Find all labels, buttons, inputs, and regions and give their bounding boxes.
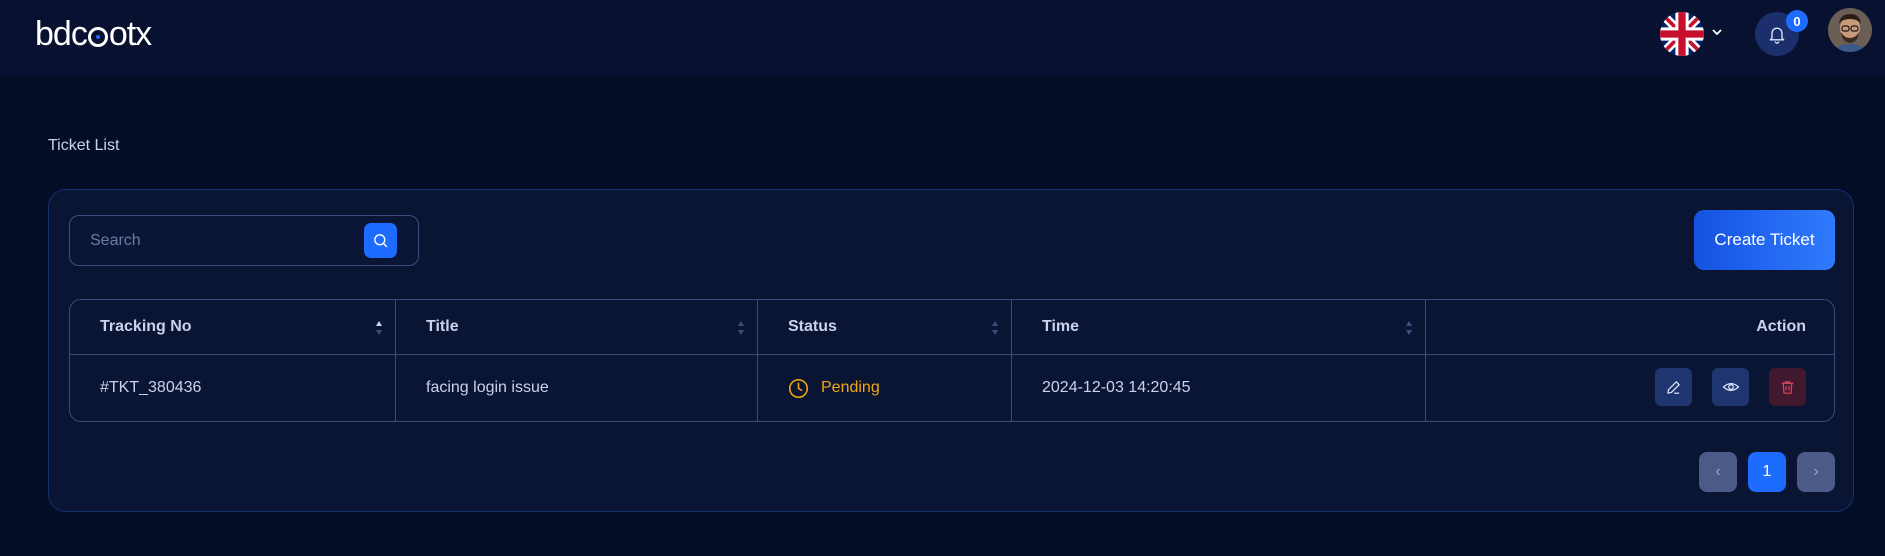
- column-label: Time: [1042, 318, 1080, 335]
- create-ticket-button[interactable]: Create Ticket: [1694, 210, 1835, 270]
- logo-text-bdc: bdc: [35, 14, 88, 53]
- column-header-time[interactable]: Time: [1012, 300, 1426, 354]
- user-avatar[interactable]: [1828, 8, 1872, 52]
- search-icon: [374, 234, 388, 248]
- column-label: Title: [426, 318, 459, 335]
- prev-page-button[interactable]: ‹: [1699, 452, 1737, 492]
- logo-text-otx: otx: [108, 14, 152, 53]
- eye-icon: [1722, 382, 1739, 392]
- column-label: Status: [788, 318, 837, 335]
- time-cell: 2024-12-03 14:20:45: [1012, 355, 1426, 421]
- column-header-tracking-no[interactable]: Tracking No: [70, 300, 396, 354]
- table-header-row: Tracking No Title Status Time Action: [70, 300, 1834, 355]
- title-cell: facing login issue: [396, 355, 758, 421]
- logo[interactable]: bdcotx bdcbotx: [35, 14, 152, 54]
- logo-ring-icon: [87, 27, 108, 47]
- search-input[interactable]: [70, 216, 360, 265]
- next-page-button[interactable]: ›: [1797, 452, 1835, 492]
- ticket-card: Create Ticket Tracking No Title Status: [48, 189, 1854, 512]
- notification-badge: 0: [1786, 10, 1808, 32]
- page-title: Ticket List: [48, 137, 120, 154]
- top-bar: bdcotx bdcbotx 0: [0, 0, 1885, 75]
- status-cell: Pending: [758, 355, 1012, 421]
- sort-icon: [992, 321, 998, 335]
- ticket-table: Tracking No Title Status Time Action #TK…: [69, 299, 1835, 422]
- table-row[interactable]: #TKT_380436 facing login issue Pending 2…: [70, 355, 1834, 421]
- delete-button[interactable]: [1769, 368, 1806, 406]
- pencil-icon: [1667, 380, 1680, 394]
- page-1-button[interactable]: 1: [1748, 452, 1786, 492]
- sort-icon: [1406, 321, 1412, 335]
- tracking-no-cell: #TKT_380436: [70, 355, 396, 421]
- pagination: ‹ 1 ›: [1699, 452, 1835, 492]
- column-label: Tracking No: [100, 318, 192, 335]
- edit-button[interactable]: [1655, 368, 1692, 406]
- column-header-action: Action: [1426, 300, 1834, 354]
- column-header-status[interactable]: Status: [758, 300, 1012, 354]
- column-header-title[interactable]: Title: [396, 300, 758, 354]
- sort-icon: [738, 321, 744, 335]
- sort-icon: [376, 321, 382, 335]
- search-button[interactable]: [364, 223, 397, 258]
- status-text: Pending: [821, 379, 880, 396]
- trash-icon: [1781, 380, 1794, 394]
- bell-icon: [1769, 27, 1785, 44]
- uk-flag-icon[interactable]: [1660, 12, 1704, 56]
- clock-icon: [788, 378, 809, 398]
- action-cell: [1426, 355, 1834, 421]
- view-button[interactable]: [1712, 368, 1749, 406]
- row-actions: [1655, 368, 1806, 406]
- column-label: Action: [1756, 318, 1806, 335]
- status-badge: Pending: [788, 378, 880, 399]
- search-box: [69, 215, 419, 266]
- chevron-down-icon[interactable]: [1711, 26, 1723, 38]
